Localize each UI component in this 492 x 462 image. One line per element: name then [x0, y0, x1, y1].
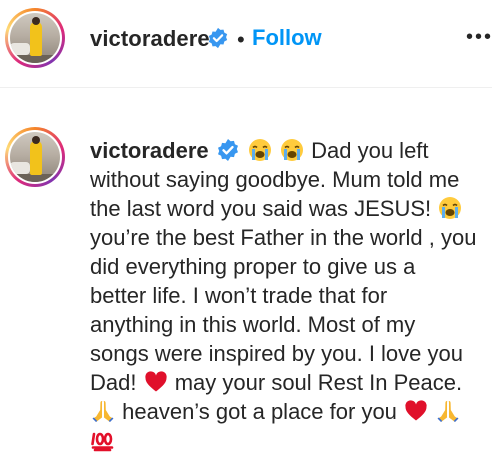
follow-button[interactable]: Follow [252, 25, 322, 51]
caption-line-7: anything in this world. Most of my [90, 312, 416, 337]
caption-avatar[interactable] [5, 127, 65, 187]
separator-dot: • [237, 27, 245, 52]
pray-icon [436, 399, 460, 423]
header-username[interactable]: victoradere [90, 26, 210, 52]
post-header: victoradere • Follow ••• [0, 0, 492, 82]
more-options-icon[interactable]: ••• [466, 26, 492, 49]
caption-text: Dad! [90, 370, 137, 395]
caption-username[interactable]: victoradere [90, 138, 209, 163]
caption-line-6: better life. I won’t trade that for [90, 283, 388, 308]
verified-badge-icon [207, 27, 229, 49]
caption-line-3: the last word you said was JESUS! [90, 194, 490, 223]
verified-badge-icon [216, 138, 240, 162]
caption-text: may your soul Rest In Peace. [174, 370, 463, 395]
crying-face-icon [438, 196, 462, 220]
caption-text: heaven’s got a place for you [122, 399, 397, 424]
caption-line-2: without saying goodbye. Mum told me [90, 167, 460, 192]
caption-line-10: heaven’s got a place for you [90, 397, 490, 426]
caption-line-9: Dad! may your soul Rest In Peace. [90, 368, 490, 397]
caption-line-1: victoradere Dad you left [90, 136, 490, 165]
caption-line-5: did everything proper to give us a [90, 254, 416, 279]
caption-line-4: you’re the best Father in the world , yo… [90, 225, 477, 250]
post-caption: victoradere Dad you left without saying … [90, 136, 490, 455]
caption-text: Dad you left [311, 138, 429, 163]
heart-icon [144, 370, 168, 394]
caption-text: the last word you said was JESUS! [90, 196, 432, 221]
hundred-points-icon [91, 428, 115, 452]
caption-line-8: songs were inspired by you. I love you [90, 341, 463, 366]
header-divider [0, 87, 492, 88]
header-avatar[interactable] [5, 8, 65, 68]
caption-line-11 [90, 426, 490, 455]
crying-face-icon [280, 138, 304, 162]
heart-icon [404, 399, 428, 423]
pray-icon [91, 399, 115, 423]
crying-face-icon [248, 138, 272, 162]
